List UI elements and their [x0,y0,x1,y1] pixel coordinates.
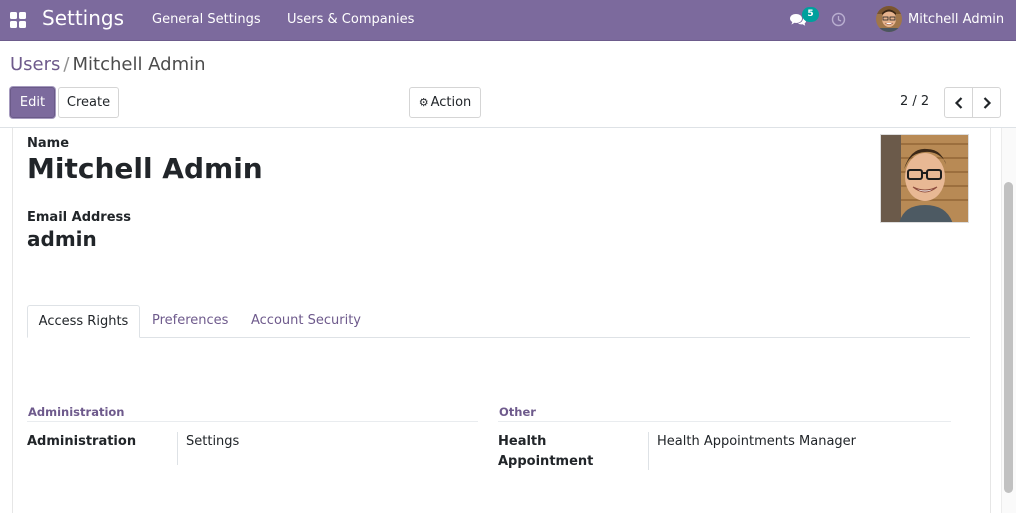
name-label: Name [27,136,70,151]
breadcrumb-separator: / [63,54,70,75]
pager-value[interactable]: 2 / 2 [900,94,929,109]
form-sheet-left-edge [12,128,13,513]
tab-account-security[interactable]: Account Security [251,305,361,338]
chevron-left-icon [954,97,963,109]
chevron-right-icon [983,97,992,109]
tab-preferences[interactable]: Preferences [152,305,228,338]
field-label-health-appointment: Health Appointment [498,434,594,469]
apps-grid-icon[interactable] [10,12,26,28]
breadcrumb-current: Mitchell Admin [72,54,206,75]
create-button[interactable]: Create [58,87,119,118]
gear-icon: ⚙ [418,96,429,109]
group-divider [27,421,478,422]
avatar[interactable] [876,6,902,32]
field-label-administration: Administration [27,434,137,449]
action-button[interactable]: ⚙ Action [409,87,481,118]
app-brand[interactable]: Settings [42,6,124,30]
email-label: Email Address [27,210,132,225]
action-label: Action [430,95,472,110]
breadcrumb: Users / Mitchell Admin [10,54,206,75]
field-separator [648,432,649,470]
field-value-administration: Settings [186,434,240,449]
field-separator [177,432,178,465]
group-title-other: Other [499,405,536,419]
breadcrumb-users-link[interactable]: Users [10,54,60,75]
pager-next-button[interactable] [972,87,1001,118]
field-value-health-appointment: Health Appointments Manager [657,434,857,449]
group-divider [498,421,951,422]
user-menu-name[interactable]: Mitchell Admin [908,12,1004,27]
form-sheet-right-edge [990,128,991,513]
scrollbar-thumb[interactable] [1004,182,1013,493]
menu-users-companies[interactable]: Users & Companies [287,12,414,27]
name-value: Mitchell Admin [27,152,263,185]
clock-icon[interactable] [831,12,846,27]
group-title-administration: Administration [28,405,125,419]
email-value: admin [27,227,97,251]
edit-button[interactable]: Edit [10,87,55,118]
chat-badge: 5 [802,7,819,22]
user-photo[interactable] [880,134,969,223]
control-panel-divider [0,127,1016,128]
top-navbar: Settings General Settings Users & Compan… [0,0,1016,41]
pager-previous-button[interactable] [944,87,973,118]
menu-general-settings[interactable]: General Settings [152,12,261,27]
tab-access-rights[interactable]: Access Rights [27,305,140,338]
